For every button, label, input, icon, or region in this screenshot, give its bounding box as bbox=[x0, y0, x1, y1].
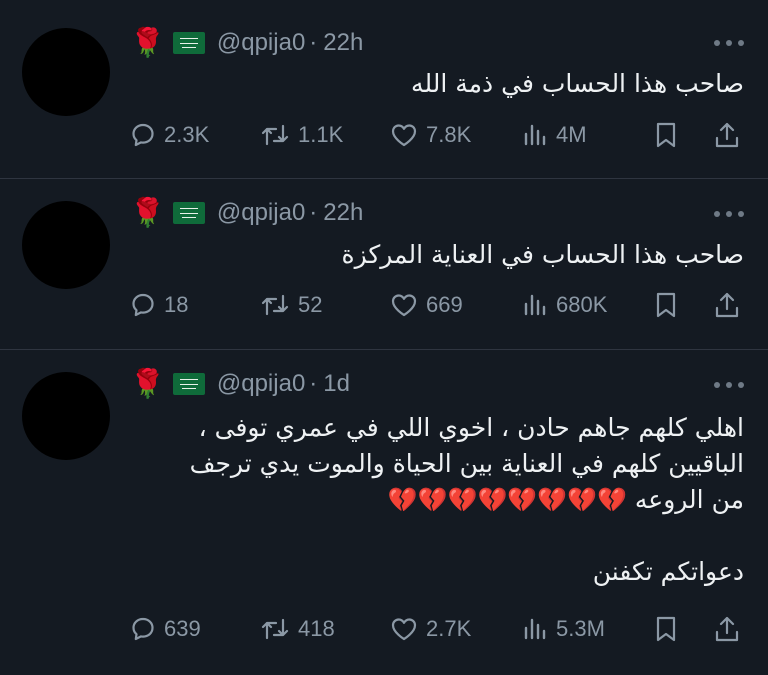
heart-icon bbox=[390, 122, 418, 148]
share-icon bbox=[714, 291, 740, 319]
like-count: 7.8K bbox=[426, 122, 472, 147]
tweet-text: صاحب هذا الحساب في ذمة الله bbox=[411, 66, 744, 102]
rose-emoji: 🌹 bbox=[130, 367, 165, 400]
tweet-text: صاحب هذا الحساب في العناية المركزة bbox=[341, 237, 744, 273]
more-options-icon[interactable] bbox=[714, 211, 744, 217]
reply-button[interactable]: 2.3K bbox=[130, 118, 209, 152]
reply-button[interactable]: 18 bbox=[130, 288, 188, 322]
tweet-1[interactable]: 🌹 @qpija0 · 22h صاحب هذا الحساب في ذمة ا… bbox=[0, 0, 768, 178]
user-handle[interactable]: @qpija0 bbox=[217, 29, 305, 57]
tweet-3[interactable]: 🌹 @qpija0 · 1d اهلي كلهم جاهم حادن ، اخو… bbox=[0, 350, 768, 675]
avatar[interactable] bbox=[22, 372, 110, 460]
tweet-text-line: اهلي كلهم جاهم حادن ، اخوي اللي في عمري … bbox=[198, 413, 744, 442]
separator-dot: · bbox=[309, 370, 318, 397]
views-button[interactable]: 680K bbox=[522, 288, 607, 322]
saudi-flag-icon bbox=[172, 202, 205, 224]
timestamp[interactable]: 22h bbox=[323, 199, 363, 227]
timestamp[interactable]: 1d bbox=[323, 370, 350, 398]
saudi-flag-icon bbox=[172, 373, 205, 395]
tweet-text-line: الباقيين كلهم في العناية بين الحياة والم… bbox=[189, 449, 744, 478]
heart-icon bbox=[390, 616, 418, 642]
timestamp[interactable]: 22h bbox=[323, 29, 363, 57]
more-options-icon[interactable] bbox=[714, 382, 744, 388]
views-chart-icon bbox=[522, 616, 548, 642]
like-button[interactable]: 2.7K bbox=[390, 612, 471, 646]
separator-dot: · bbox=[309, 29, 318, 56]
share-button[interactable] bbox=[714, 612, 740, 646]
tweet-text-line: صاحب هذا الحساب في العناية المركزة bbox=[341, 240, 744, 269]
views-count: 5.3M bbox=[556, 616, 605, 641]
bookmark-button[interactable] bbox=[654, 288, 678, 322]
reply-count: 18 bbox=[164, 292, 189, 317]
reply-button[interactable]: 639 bbox=[130, 612, 201, 646]
bookmark-icon bbox=[654, 291, 678, 319]
bookmark-button[interactable] bbox=[654, 118, 678, 152]
like-count: 2.7K bbox=[426, 616, 472, 641]
views-button[interactable]: 4M bbox=[522, 118, 587, 152]
tweet-text-segment: من الروعه bbox=[634, 485, 744, 514]
tweet-header: 🌹 @qpija0 · 22h bbox=[130, 28, 363, 58]
reply-count: 2.3K bbox=[164, 122, 210, 147]
tweet-text-blank bbox=[190, 518, 744, 554]
tweet-header: 🌹 @qpija0 · 22h bbox=[130, 198, 363, 228]
retweet-count: 418 bbox=[298, 616, 335, 641]
user-handle[interactable]: @qpija0 bbox=[217, 199, 305, 227]
separator-dot: · bbox=[309, 199, 318, 226]
heart-icon bbox=[390, 292, 418, 318]
tweet-actions: 18 52 669 680K bbox=[130, 288, 744, 322]
retweet-button[interactable]: 418 bbox=[260, 612, 335, 646]
saudi-flag-icon bbox=[172, 32, 205, 54]
reply-count: 639 bbox=[164, 616, 201, 641]
bookmark-icon bbox=[654, 615, 678, 643]
views-count: 680K bbox=[556, 292, 608, 317]
bookmark-icon bbox=[654, 121, 678, 149]
avatar[interactable] bbox=[22, 201, 110, 289]
like-button[interactable]: 7.8K bbox=[390, 118, 471, 152]
share-button[interactable] bbox=[714, 288, 740, 322]
retweet-count: 1.1K bbox=[298, 122, 344, 147]
retweet-icon bbox=[260, 616, 290, 642]
retweet-button[interactable]: 1.1K bbox=[260, 118, 343, 152]
rose-emoji: 🌹 bbox=[130, 196, 165, 229]
avatar[interactable] bbox=[22, 28, 110, 116]
views-chart-icon bbox=[522, 292, 548, 318]
tweet-2[interactable]: 🌹 @qpija0 · 22h صاحب هذا الحساب في العنا… bbox=[0, 179, 768, 349]
retweet-button[interactable]: 52 bbox=[260, 288, 322, 322]
tweet-text: اهلي كلهم جاهم حادن ، اخوي اللي في عمري … bbox=[190, 410, 744, 590]
views-count: 4M bbox=[556, 122, 587, 147]
views-button[interactable]: 5.3M bbox=[522, 612, 605, 646]
tweet-text-line: صاحب هذا الحساب في ذمة الله bbox=[411, 69, 744, 98]
bookmark-button[interactable] bbox=[654, 612, 678, 646]
user-handle[interactable]: @qpija0 bbox=[217, 370, 305, 398]
share-icon bbox=[714, 615, 740, 643]
tweet-header: 🌹 @qpija0 · 1d bbox=[130, 369, 350, 399]
reply-icon bbox=[130, 122, 156, 148]
retweet-count: 52 bbox=[298, 292, 323, 317]
more-options-icon[interactable] bbox=[714, 40, 744, 46]
tweet-actions: 639 418 2.7K 5.3M bbox=[130, 612, 744, 646]
retweet-icon bbox=[260, 122, 290, 148]
reply-icon bbox=[130, 292, 156, 318]
views-chart-icon bbox=[522, 122, 548, 148]
tweet-actions: 2.3K 1.1K 7.8K 4M bbox=[130, 118, 744, 152]
share-icon bbox=[714, 121, 740, 149]
broken-hearts-emoji: 💔💔💔💔💔💔💔💔 bbox=[387, 486, 627, 514]
tweet-text-line: دعواتكم تكفنن bbox=[592, 557, 744, 586]
like-button[interactable]: 669 bbox=[390, 288, 463, 322]
retweet-icon bbox=[260, 292, 290, 318]
reply-icon bbox=[130, 616, 156, 642]
tweet-text-line-with-hearts: من الروعه 💔💔💔💔💔💔💔💔 bbox=[190, 482, 744, 518]
share-button[interactable] bbox=[714, 118, 740, 152]
like-count: 669 bbox=[426, 292, 463, 317]
rose-emoji: 🌹 bbox=[130, 26, 165, 59]
